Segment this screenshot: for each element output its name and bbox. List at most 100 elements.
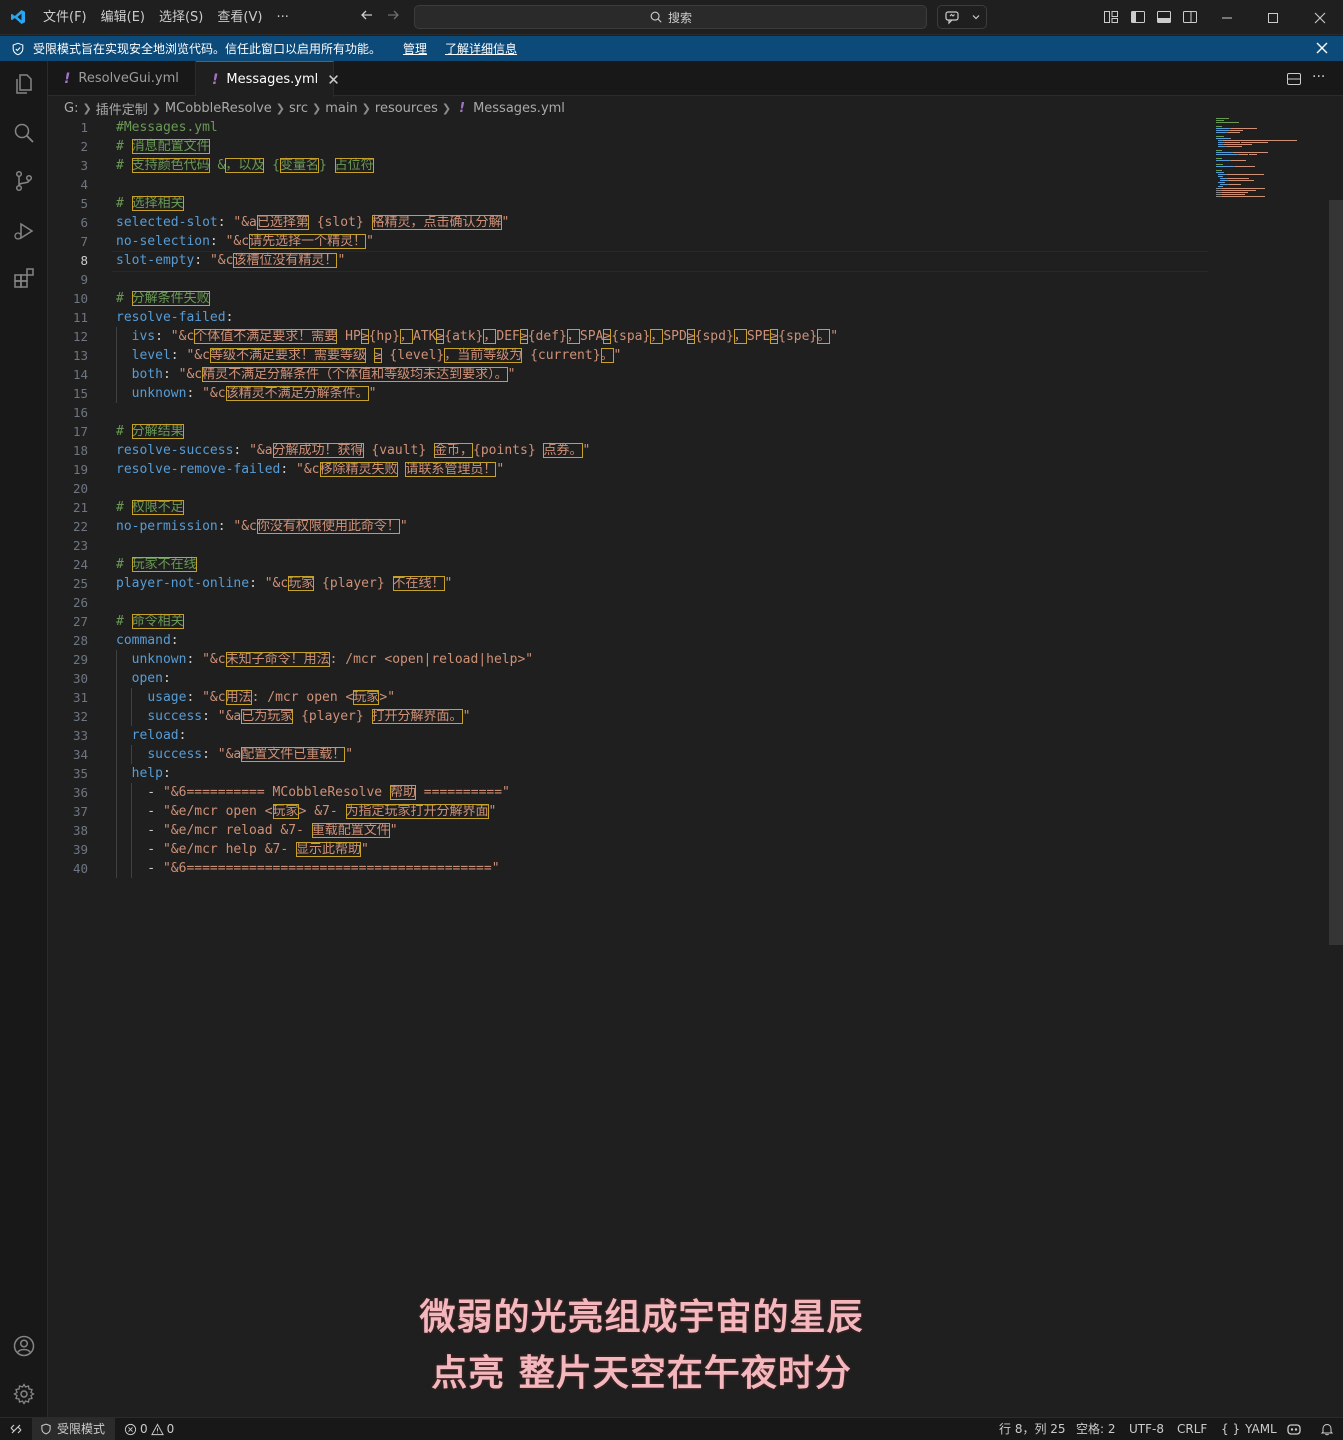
minimap-token: [1249, 154, 1256, 155]
code-line[interactable]: ivs: "&c个体值不满足要求！需要 HP≥{hp}，ATK≥{atk}，DE…: [116, 327, 1216, 346]
code-line[interactable]: # 消息配置文件: [116, 137, 1216, 156]
line-endings[interactable]: CRLF: [1177, 1418, 1207, 1440]
search-icon[interactable]: [12, 121, 36, 145]
breadcrumb-item[interactable]: Messages.yml: [473, 101, 565, 116]
code-line[interactable]: # 玩家不在线: [116, 555, 1216, 574]
code-line[interactable]: [116, 593, 1216, 612]
breadcrumb-item[interactable]: src: [289, 101, 308, 116]
code-line[interactable]: # 选择相关: [116, 194, 1216, 213]
minimize-button[interactable]: [1204, 0, 1250, 35]
cursor-position[interactable]: 行 8，列 25: [999, 1418, 1066, 1440]
code-line[interactable]: success: "&a配置文件已重载！": [116, 745, 1216, 764]
code-token: 支持颜色代码: [131, 158, 210, 173]
code-token: :: [225, 310, 234, 325]
code-line[interactable]: [116, 403, 1216, 422]
line-number: 8: [80, 253, 88, 268]
code-line[interactable]: player-not-online: "&c玩家 {player} 不在线！": [116, 574, 1216, 593]
code-line[interactable]: [116, 270, 1216, 289]
line-number: 28: [72, 633, 88, 648]
code-line[interactable]: - "&6===================================…: [116, 859, 1216, 878]
problems-status[interactable]: 0 0: [124, 1418, 174, 1440]
code-line[interactable]: # 权限不足: [116, 498, 1216, 517]
code-line[interactable]: open:: [116, 669, 1216, 688]
close-tab-icon[interactable]: ✕: [327, 71, 340, 89]
encoding[interactable]: UTF-8: [1129, 1418, 1164, 1440]
customize-layout-icon[interactable]: [1103, 9, 1119, 25]
copilot-chat-button[interactable]: [937, 5, 987, 29]
code-editor[interactable]: 1 2 3 4 5 6 7 8 9 10 11 12 13 14 15 16 17 18 19 20 21 22 23 24 2…: [48, 118, 1328, 1417]
menu-selection[interactable]: 选择(S): [152, 0, 210, 35]
code-line[interactable]: level: "&c等级不满足要求！需要等级 ≥ {level}，当前等级为 {…: [116, 346, 1216, 365]
code-line[interactable]: no-selection: "&c请先选择一个精灵！": [116, 232, 1216, 251]
code-line[interactable]: both: "&c精灵不满足分解条件（个体值和等级均未达到要求）。": [116, 365, 1216, 384]
code-line[interactable]: help:: [116, 764, 1216, 783]
toggle-primary-sidebar-icon[interactable]: [1130, 9, 1146, 25]
code-line[interactable]: slot-empty: "&c该槽位没有精灵！": [112, 251, 1216, 272]
maximize-button[interactable]: [1250, 0, 1296, 35]
split-editor-icon[interactable]: [1286, 71, 1302, 87]
menu-file[interactable]: 文件(F): [36, 0, 94, 35]
breadcrumb-item[interactable]: MCobbleResolve: [165, 101, 272, 116]
code-line[interactable]: [116, 175, 1216, 194]
banner-manage-link[interactable]: 管理: [403, 40, 427, 57]
close-banner-icon[interactable]: [1316, 42, 1328, 54]
code-token: 打开分解界面。: [371, 709, 463, 724]
breadcrumb-item[interactable]: 插件定制: [96, 99, 148, 118]
menu-edit[interactable]: 编辑(E): [94, 0, 152, 35]
code-line[interactable]: - "&6========== MCobbleResolve 帮助 ======…: [116, 783, 1216, 802]
banner-learn-more-link[interactable]: 了解详细信息: [445, 40, 517, 57]
scrollbar-thumb[interactable]: [1329, 200, 1343, 945]
code-line[interactable]: usage: "&c用法: /mcr open <玩家>": [116, 688, 1216, 707]
command-center-search[interactable]: 搜索: [414, 5, 927, 29]
breadcrumb-item[interactable]: resources: [375, 101, 438, 116]
menu-more[interactable]: ···: [269, 0, 295, 35]
code-line[interactable]: - "&e/mcr open <玩家> &7- 为指定玩家打开分解界面": [116, 802, 1216, 821]
back-arrow-icon[interactable]: [357, 7, 377, 27]
remote-indicator[interactable]: [0, 1418, 32, 1440]
minimap[interactable]: [1216, 118, 1326, 198]
restricted-mode-status[interactable]: 受限模式: [32, 1418, 115, 1440]
code-line[interactable]: - "&e/mcr help &7- 显示此帮助": [116, 840, 1216, 859]
source-control-icon[interactable]: [12, 169, 36, 193]
copilot-status[interactable]: [1286, 1418, 1302, 1440]
notifications[interactable]: [1320, 1418, 1334, 1440]
code-line[interactable]: resolve-remove-failed: "&c移除精灵失败 请联系管理员！…: [116, 460, 1216, 479]
code-line[interactable]: #Messages.yml: [116, 118, 1216, 137]
code-token: 消息配置文件: [131, 139, 210, 154]
code-line[interactable]: unknown: "&c该精灵不满足分解条件。": [116, 384, 1216, 403]
explorer-icon[interactable]: [12, 72, 36, 96]
code-line[interactable]: command:: [116, 631, 1216, 650]
extensions-icon[interactable]: [12, 266, 36, 290]
code-line[interactable]: [116, 479, 1216, 498]
code-token: "&c: [225, 234, 250, 249]
language-mode[interactable]: { } YAML: [1221, 1418, 1277, 1440]
code-lines[interactable]: #Messages.yml # 消息配置文件 # 支持颜色代码 &，以及 {变量名}…: [112, 118, 1216, 878]
code-line[interactable]: resolve-failed:: [116, 308, 1216, 327]
indentation[interactable]: 空格: 2: [1076, 1418, 1116, 1440]
code-line[interactable]: - "&e/mcr reload &7- 重载配置文件": [116, 821, 1216, 840]
code-line[interactable]: # 支持颜色代码 &，以及 {变量名} 占位符: [116, 156, 1216, 175]
forward-arrow-icon[interactable]: [383, 7, 403, 27]
code-line[interactable]: success: "&a已为玩家 {player} 打开分解界面。": [116, 707, 1216, 726]
toggle-secondary-sidebar-icon[interactable]: [1182, 9, 1198, 25]
run-debug-icon[interactable]: [12, 219, 36, 243]
code-line[interactable]: resolve-success: "&a分解成功！获得 {vault} 金币，{…: [116, 441, 1216, 460]
more-actions-icon[interactable]: ···: [1312, 69, 1328, 85]
line-number: 37: [72, 804, 88, 819]
code-line[interactable]: unknown: "&c未知子命令！用法: /mcr <open|reload|…: [116, 650, 1216, 669]
code-line[interactable]: [116, 536, 1216, 555]
code-line[interactable]: reload:: [116, 726, 1216, 745]
code-line[interactable]: # 分解结果: [116, 422, 1216, 441]
line-number: 39: [72, 842, 88, 857]
menu-view[interactable]: 查看(V): [210, 0, 269, 35]
close-window-button[interactable]: [1297, 0, 1343, 35]
code-line[interactable]: # 命令相关: [116, 612, 1216, 631]
tab-messages[interactable]: ! Messages.yml ✕: [196, 61, 340, 97]
breadcrumb-item[interactable]: G:: [64, 101, 78, 116]
toggle-panel-icon[interactable]: [1156, 9, 1172, 25]
code-line[interactable]: # 分解条件失败: [116, 289, 1216, 308]
breadcrumb-item[interactable]: main: [325, 101, 357, 116]
code-line[interactable]: selected-slot: "&a已选择第 {slot} 格精灵，点击确认分解…: [116, 213, 1216, 232]
tab-resolvegui[interactable]: ! ResolveGui.yml: [48, 61, 196, 96]
code-line[interactable]: no-permission: "&c你没有权限使用此命令！": [116, 517, 1216, 536]
